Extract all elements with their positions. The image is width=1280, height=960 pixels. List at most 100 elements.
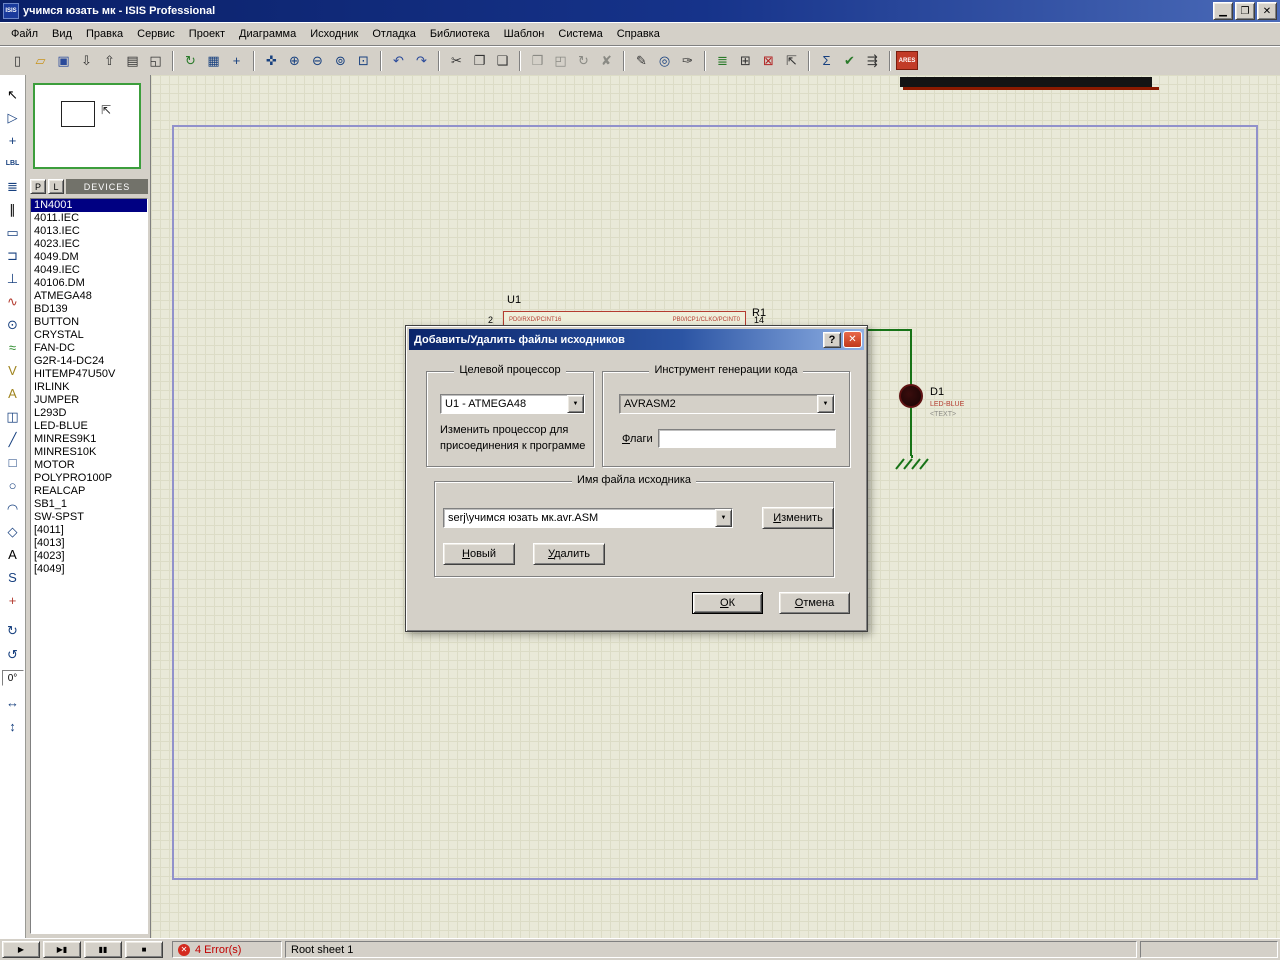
find-component-button[interactable]: ◎ bbox=[653, 50, 676, 72]
menu-view[interactable]: Вид bbox=[45, 24, 79, 44]
graph-mode-button[interactable]: ∿ bbox=[1, 290, 25, 313]
cancel-button[interactable]: Отмена bbox=[779, 592, 850, 614]
dialog-titlebar[interactable]: Добавить/Удалить файлы исходников ? ✕ bbox=[409, 329, 864, 350]
undo-button[interactable]: ↶ bbox=[387, 50, 410, 72]
schematic-canvas[interactable]: U1 PD0/RXD/PCINT16 PB0/ICP1/CLKO/PCINT0 … bbox=[151, 75, 1280, 938]
device-list-item[interactable]: FAN-DC bbox=[31, 342, 147, 355]
device-list-item[interactable]: HITEMP47U50V bbox=[31, 368, 147, 381]
menu-tools[interactable]: Сервис bbox=[130, 24, 182, 44]
overview-window[interactable]: ⇱ bbox=[33, 83, 141, 169]
menu-edit[interactable]: Правка bbox=[79, 24, 130, 44]
paste-button[interactable]: ❑ bbox=[491, 50, 514, 72]
menu-help[interactable]: Справка bbox=[610, 24, 667, 44]
pick-devices-button[interactable]: P bbox=[30, 179, 46, 194]
import-section-button[interactable]: ⇩ bbox=[75, 50, 98, 72]
property-assignment-button[interactable]: ✑ bbox=[676, 50, 699, 72]
device-list-item[interactable]: SB1_1 bbox=[31, 498, 147, 511]
device-list-item[interactable]: 4013.IEC bbox=[31, 225, 147, 238]
step-button[interactable]: ▶▮ bbox=[43, 941, 81, 958]
design-explorer-button[interactable]: ≣ bbox=[711, 50, 734, 72]
ground-symbol[interactable] bbox=[892, 455, 932, 473]
zoom-in-button[interactable]: ⊕ bbox=[283, 50, 306, 72]
chevron-down-icon[interactable]: ▼ bbox=[715, 509, 732, 527]
device-list-item[interactable]: BUTTON bbox=[31, 316, 147, 329]
menu-system[interactable]: Система bbox=[551, 24, 609, 44]
device-list-item[interactable]: REALCAP bbox=[31, 485, 147, 498]
new-design-button[interactable]: ▯ bbox=[6, 50, 29, 72]
device-list-item[interactable]: [4013] bbox=[31, 537, 147, 550]
grid-toggle-button[interactable]: ▦ bbox=[202, 50, 225, 72]
play-button[interactable]: ▶ bbox=[2, 941, 40, 958]
device-list[interactable]: 1N4001 4011.IEC 4013.IEC 4023.IEC 4049.D… bbox=[30, 198, 148, 934]
device-list-item[interactable]: MINRES9K1 bbox=[31, 433, 147, 446]
device-list-item[interactable]: BD139 bbox=[31, 303, 147, 316]
origin-button[interactable]: + bbox=[225, 50, 248, 72]
close-button[interactable]: ✕ bbox=[1257, 2, 1277, 20]
save-design-button[interactable]: ▣ bbox=[52, 50, 75, 72]
library-manager-button[interactable]: L bbox=[48, 179, 64, 194]
device-list-item[interactable]: IRLINK bbox=[31, 381, 147, 394]
generator-mode-button[interactable]: ≈ bbox=[1, 336, 25, 359]
tape-recorder-mode-button[interactable]: ⊙ bbox=[1, 313, 25, 336]
device-list-item[interactable]: CRYSTAL bbox=[31, 329, 147, 342]
buses-mode-button[interactable]: ∥ bbox=[1, 198, 25, 221]
menu-file[interactable]: Файл bbox=[4, 24, 45, 44]
zoom-area-button[interactable]: ⊡ bbox=[352, 50, 375, 72]
voltage-probe-mode-button[interactable]: V bbox=[1, 359, 25, 382]
2d-marker-button[interactable]: + bbox=[1, 589, 25, 612]
device-list-item[interactable]: 4023.IEC bbox=[31, 238, 147, 251]
junction-dot-mode-button[interactable]: + bbox=[1, 129, 25, 152]
device-list-item[interactable]: JUMPER bbox=[31, 394, 147, 407]
mark-output-area-button[interactable]: ◱ bbox=[144, 50, 167, 72]
new-button[interactable]: Новый bbox=[443, 543, 515, 565]
change-button[interactable]: Изменить bbox=[762, 507, 834, 529]
redo-button[interactable]: ↷ bbox=[410, 50, 433, 72]
error-status[interactable]: ✕ 4 Error(s) bbox=[172, 941, 282, 958]
ares-button[interactable]: ARES bbox=[896, 51, 918, 70]
menu-graph[interactable]: Диаграмма bbox=[232, 24, 303, 44]
2d-arc-button[interactable]: ◠ bbox=[1, 497, 25, 520]
ok-button[interactable]: ОК bbox=[692, 592, 763, 614]
bill-of-materials-button[interactable]: Σ bbox=[815, 50, 838, 72]
chevron-down-icon[interactable]: ▼ bbox=[567, 395, 584, 413]
target-processor-select[interactable]: U1 - ATMEGA48 ▼ bbox=[440, 394, 585, 414]
wire-segment[interactable] bbox=[910, 329, 912, 386]
device-list-item[interactable]: POLYPRO100P bbox=[31, 472, 147, 485]
selection-mode-button[interactable]: ↖ bbox=[1, 83, 25, 106]
export-section-button[interactable]: ⇧ bbox=[98, 50, 121, 72]
2d-circle-button[interactable]: ○ bbox=[1, 474, 25, 497]
block-rotate-button[interactable]: ↻ bbox=[572, 50, 595, 72]
block-delete-button[interactable]: ✘ bbox=[595, 50, 618, 72]
maximize-button[interactable]: ❐ bbox=[1235, 2, 1255, 20]
text-script-mode-button[interactable]: ≣ bbox=[1, 175, 25, 198]
virtual-instruments-mode-button[interactable]: ◫ bbox=[1, 405, 25, 428]
rotate-anticlockwise-button[interactable]: ↺ bbox=[1, 642, 25, 666]
clipped-component-edge[interactable] bbox=[903, 87, 1159, 90]
source-file-select[interactable]: serj\учимся юзать мк.avr.ASM ▼ bbox=[443, 508, 733, 528]
current-probe-mode-button[interactable]: A bbox=[1, 382, 25, 405]
redraw-button[interactable]: ↻ bbox=[179, 50, 202, 72]
device-pins-mode-button[interactable]: ⊥ bbox=[1, 267, 25, 290]
led-d1[interactable] bbox=[899, 384, 923, 408]
dialog-close-button[interactable]: ✕ bbox=[843, 331, 862, 348]
minimize-button[interactable]: ▁ bbox=[1213, 2, 1233, 20]
2d-text-button[interactable]: A bbox=[1, 543, 25, 566]
menu-source[interactable]: Исходник bbox=[303, 24, 365, 44]
component-u1-ref[interactable]: U1 bbox=[507, 294, 521, 306]
edit-component-button[interactable]: ✎ bbox=[630, 50, 653, 72]
netlist-to-ares-button[interactable]: ⇶ bbox=[861, 50, 884, 72]
print-button[interactable]: ▤ bbox=[121, 50, 144, 72]
device-list-item[interactable]: SW-SPST bbox=[31, 511, 147, 524]
clipped-component-body[interactable] bbox=[900, 77, 1152, 87]
menu-design[interactable]: Проект bbox=[182, 24, 232, 44]
device-list-item[interactable]: MOTOR bbox=[31, 459, 147, 472]
device-list-item[interactable]: 4049.IEC bbox=[31, 264, 147, 277]
stop-button[interactable]: ■ bbox=[125, 941, 163, 958]
wire-segment[interactable] bbox=[910, 408, 912, 456]
pan-button[interactable]: ✜ bbox=[260, 50, 283, 72]
device-list-item[interactable]: [4049] bbox=[31, 563, 147, 576]
device-list-item[interactable]: 40106.DM bbox=[31, 277, 147, 290]
menu-debug[interactable]: Отладка bbox=[365, 24, 422, 44]
terminals-mode-button[interactable]: ⊐ bbox=[1, 244, 25, 267]
open-design-button[interactable]: ▱ bbox=[29, 50, 52, 72]
